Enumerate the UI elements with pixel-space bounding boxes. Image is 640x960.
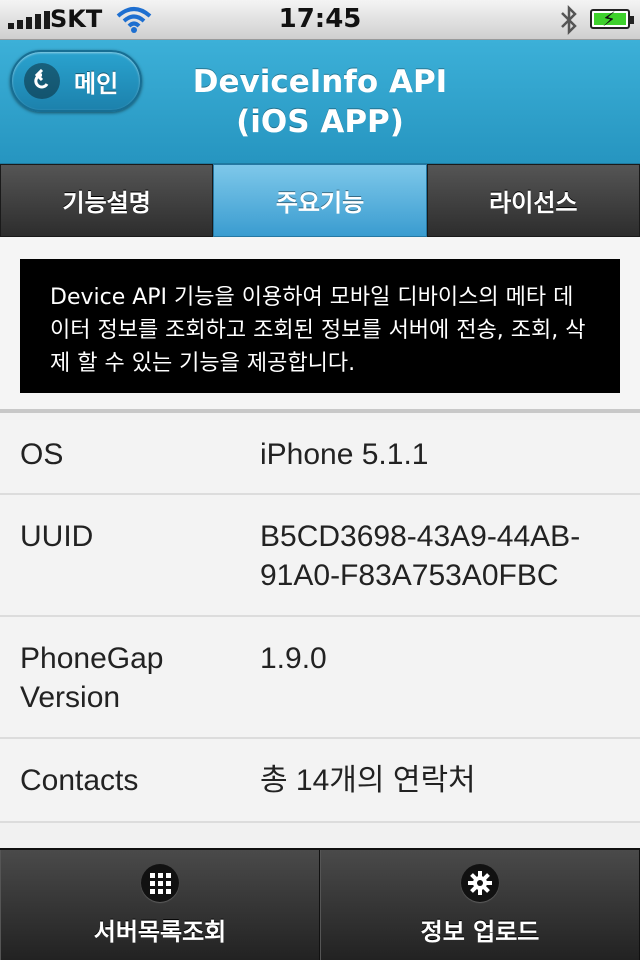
info-value: iPhone 5.1.1: [260, 438, 429, 471]
description-text: Device API 기능을 이용하여 모바일 디바이스의 메타 데이터 정보를…: [20, 259, 620, 393]
title-line-2: (iOS APP): [236, 104, 404, 140]
tab-description[interactable]: 기능설명: [0, 164, 214, 237]
info-label: OS: [20, 438, 64, 471]
info-row-contacts: Contacts 총 14개의 연락처: [0, 739, 640, 823]
info-label: UUID: [20, 520, 94, 553]
gear-icon: [461, 864, 499, 902]
info-label: PhoneGap Version: [20, 642, 164, 714]
description-section: Device API 기능을 이용하여 모바일 디바이스의 메타 데이터 정보를…: [0, 237, 640, 411]
tab-license[interactable]: 라이선스: [426, 164, 640, 237]
info-value: B5CD3698-43A9-44AB-91A0-F83A753A0FBC: [260, 520, 581, 592]
app-header: 메인 DeviceInfo API (iOS APP): [0, 40, 640, 164]
title-line-1: DeviceInfo API: [192, 64, 448, 100]
battery-icon: ⚡: [590, 7, 634, 31]
device-info-list: OS iPhone 5.1.1 UUID B5CD3698-43A9-44AB-…: [0, 413, 640, 823]
tab-main-features[interactable]: 주요기능: [213, 164, 427, 237]
tab-bar: 기능설명 주요기능 라이선스: [0, 164, 640, 237]
grid-icon: [141, 864, 179, 902]
info-row-os: OS iPhone 5.1.1: [0, 413, 640, 495]
server-list-button[interactable]: 서버목록조회: [0, 850, 320, 960]
info-row-phonegap: PhoneGap Version 1.9.0: [0, 617, 640, 739]
back-arrow-icon: [24, 63, 60, 99]
bottom-toolbar: 서버목록조회 정보 업로드: [0, 848, 640, 960]
info-value: 총 14개의 연락처: [260, 764, 476, 797]
status-time: 17:45: [278, 4, 362, 34]
upload-info-button[interactable]: 정보 업로드: [320, 850, 640, 960]
info-value: 1.9.0: [260, 642, 327, 675]
back-button-label: 메인: [74, 69, 119, 98]
server-list-label: 서버목록조회: [93, 918, 227, 946]
info-row-uuid: UUID B5CD3698-43A9-44AB-91A0-F83A753A0FB…: [0, 495, 640, 617]
page-title: DeviceInfo API (iOS APP): [160, 62, 480, 142]
info-label: Contacts: [20, 764, 139, 797]
bluetooth-icon: [558, 4, 580, 43]
main-back-button[interactable]: 메인: [10, 50, 142, 112]
upload-info-label: 정보 업로드: [420, 918, 540, 946]
status-bar: SKT 17:45 ⚡: [0, 0, 640, 40]
